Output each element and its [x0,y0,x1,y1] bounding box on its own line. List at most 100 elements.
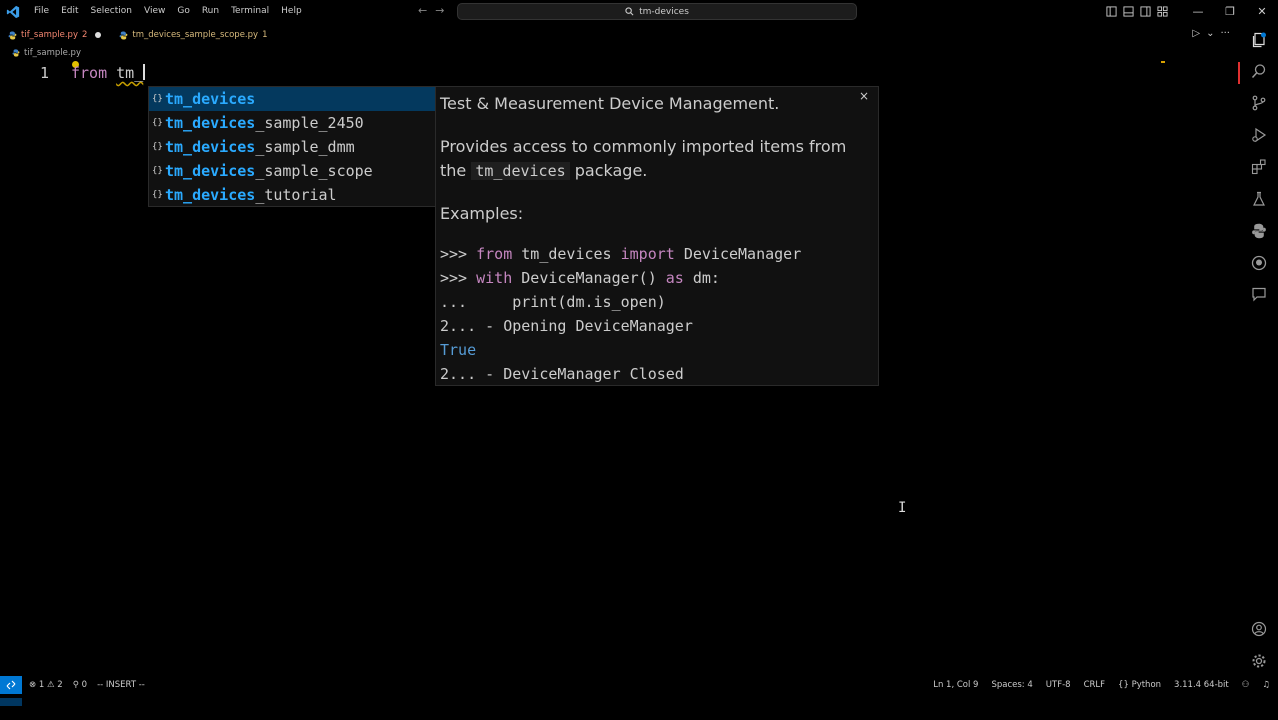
command-center[interactable]: tm-devices [457,3,857,20]
restore-button[interactable]: ❐ [1214,0,1246,23]
tab-tif-sample[interactable]: tif_sample.py 2 [0,24,111,46]
minimize-button[interactable]: — [1182,0,1214,23]
comments-icon[interactable] [1251,286,1267,302]
menu-help[interactable]: Help [275,0,308,23]
run-dropdown-chevron-icon[interactable]: ⌄ [1206,28,1214,39]
remote-indicator[interactable] [0,676,22,694]
back-arrow-icon[interactable]: ← [418,4,427,17]
copilot-icon[interactable]: ⚇ [1242,680,1250,690]
example-line: >>> with DeviceManager() as dm: [440,266,874,290]
suggestion-item[interactable]: {} tm_devices _sample_scope [149,159,435,183]
menu-run[interactable]: Run [196,0,225,23]
command-center-label: tm-devices [639,6,689,17]
vim-mode: -- INSERT -- [97,680,145,690]
python-interpreter[interactable]: 3.11.4 64-bit [1174,680,1229,690]
python-file-icon [8,30,17,40]
menu-bar: File Edit Selection View Go Run Terminal… [28,0,308,23]
suggestion-rest: _sample_scope [255,162,373,180]
nav-arrows: ← → [418,4,444,17]
more-actions-icon[interactable]: ··· [1220,28,1230,39]
testing-flask-icon[interactable] [1251,191,1267,207]
module-icon: {} [152,118,163,128]
notifications-bell-icon[interactable]: ♫ [1262,680,1270,690]
keyword: with [476,269,513,287]
keyword: import [620,245,675,263]
toggle-panel-icon[interactable] [1123,6,1134,17]
run-debug-icon[interactable] [1251,127,1267,143]
code-line[interactable]: from tm_ [71,64,146,82]
menu-edit[interactable]: Edit [55,0,84,23]
suggestion-item[interactable]: {} tm_devices _tutorial [149,183,435,207]
suggestion-item[interactable]: {} tm_devices [149,87,435,111]
details-description-2: the tm_devices package. [440,159,874,183]
details-description-1: Provides access to commonly imported ite… [440,137,847,156]
editor-tabs: tif_sample.py 2 tm_devices_sample_scope.… [0,24,277,46]
status-bar-echo [0,698,1278,706]
account-icon[interactable] [1251,621,1267,637]
extensions-icon[interactable] [1251,159,1267,175]
python-file-icon [120,30,128,40]
suggestion-match: tm_devices [165,138,256,156]
language-mode[interactable]: {} Python [1118,680,1161,690]
unsaved-dot-icon[interactable] [95,32,102,38]
activity-bar [1240,24,1278,676]
title-bar: File Edit Selection View Go Run Terminal… [0,0,1278,23]
indentation[interactable]: Spaces: 4 [991,680,1032,690]
python-icon[interactable] [1251,223,1267,239]
settings-gear-icon[interactable] [1251,653,1267,669]
breadcrumb: tif_sample.py [12,48,81,58]
menu-selection[interactable]: Selection [85,0,138,23]
error-icon: ⊗ [29,680,37,690]
menu-file[interactable]: File [28,0,55,23]
forward-arrow-icon[interactable]: → [435,4,444,17]
language-label: Python [1131,680,1162,690]
code-text: DeviceManager() [512,269,666,287]
python-file-icon [12,49,20,57]
problems-indicator[interactable]: ⊗ 1 ⚠ 2 [29,680,63,690]
customize-layout-icon[interactable] [1157,6,1168,17]
close-details-icon[interactable]: × [859,89,869,103]
module-icon: {} [152,94,163,104]
encoding[interactable]: UTF-8 [1046,680,1071,690]
example-line: 2... - DeviceManager Closed [440,365,684,383]
ports-indicator[interactable]: ⚲ 0 [73,680,87,690]
run-python-icon[interactable]: ▷ [1192,28,1200,39]
ports-icon: ⚲ [72,680,79,690]
menu-terminal[interactable]: Terminal [225,0,275,23]
toggle-sidebar-icon[interactable] [1106,6,1117,17]
module-icon: {} [152,142,163,152]
cursor-position[interactable]: Ln 1, Col 9 [933,680,978,690]
source-control-icon[interactable] [1251,95,1267,111]
search-icon[interactable] [1251,63,1267,79]
search-icon [625,7,634,16]
tab-problem-count: 2 [81,30,88,40]
ports-count: 0 [81,680,88,690]
suggestion-rest: _tutorial [255,186,337,204]
suggestion-item[interactable]: {} tm_devices _sample_2450 [149,111,435,135]
breadcrumb-file[interactable]: tif_sample.py [24,48,81,58]
tab-label: tm_devices_sample_scope.py [132,30,259,40]
tab-tm-devices-sample-scope[interactable]: tm_devices_sample_scope.py 1 [111,24,277,46]
line-ending[interactable]: CRLF [1084,680,1105,690]
menu-go[interactable]: Go [171,0,195,23]
vscode-logo-icon [6,5,20,18]
explorer-icon[interactable] [1251,32,1267,48]
example-line: 2... - Opening DeviceManager [440,317,693,335]
editor-actions: ▷ ⌄ ··· [1192,28,1230,39]
suggestion-item[interactable]: {} tm_devices _sample_dmm [149,135,435,159]
module-icon: {} [152,166,163,176]
example-line: ... print(dm.is_open) [440,293,666,311]
examples-label: Examples: [440,204,524,223]
line-number: 1 [40,64,50,82]
desc-text: package. [569,161,648,180]
close-window-button[interactable]: ✕ [1246,0,1278,23]
suggestion-match: tm_devices [165,186,256,204]
github-icon[interactable] [1251,255,1267,271]
keyword-from: from [71,64,108,82]
details-title: Test & Measurement Device Management. [440,94,780,113]
menu-view[interactable]: View [138,0,171,23]
toggle-secondary-sidebar-icon[interactable] [1140,6,1151,17]
suggest-details: × Test & Measurement Device Management. … [435,86,879,386]
code-text: dm: [683,269,720,287]
suggestion-rest: _sample_2450 [255,114,364,132]
